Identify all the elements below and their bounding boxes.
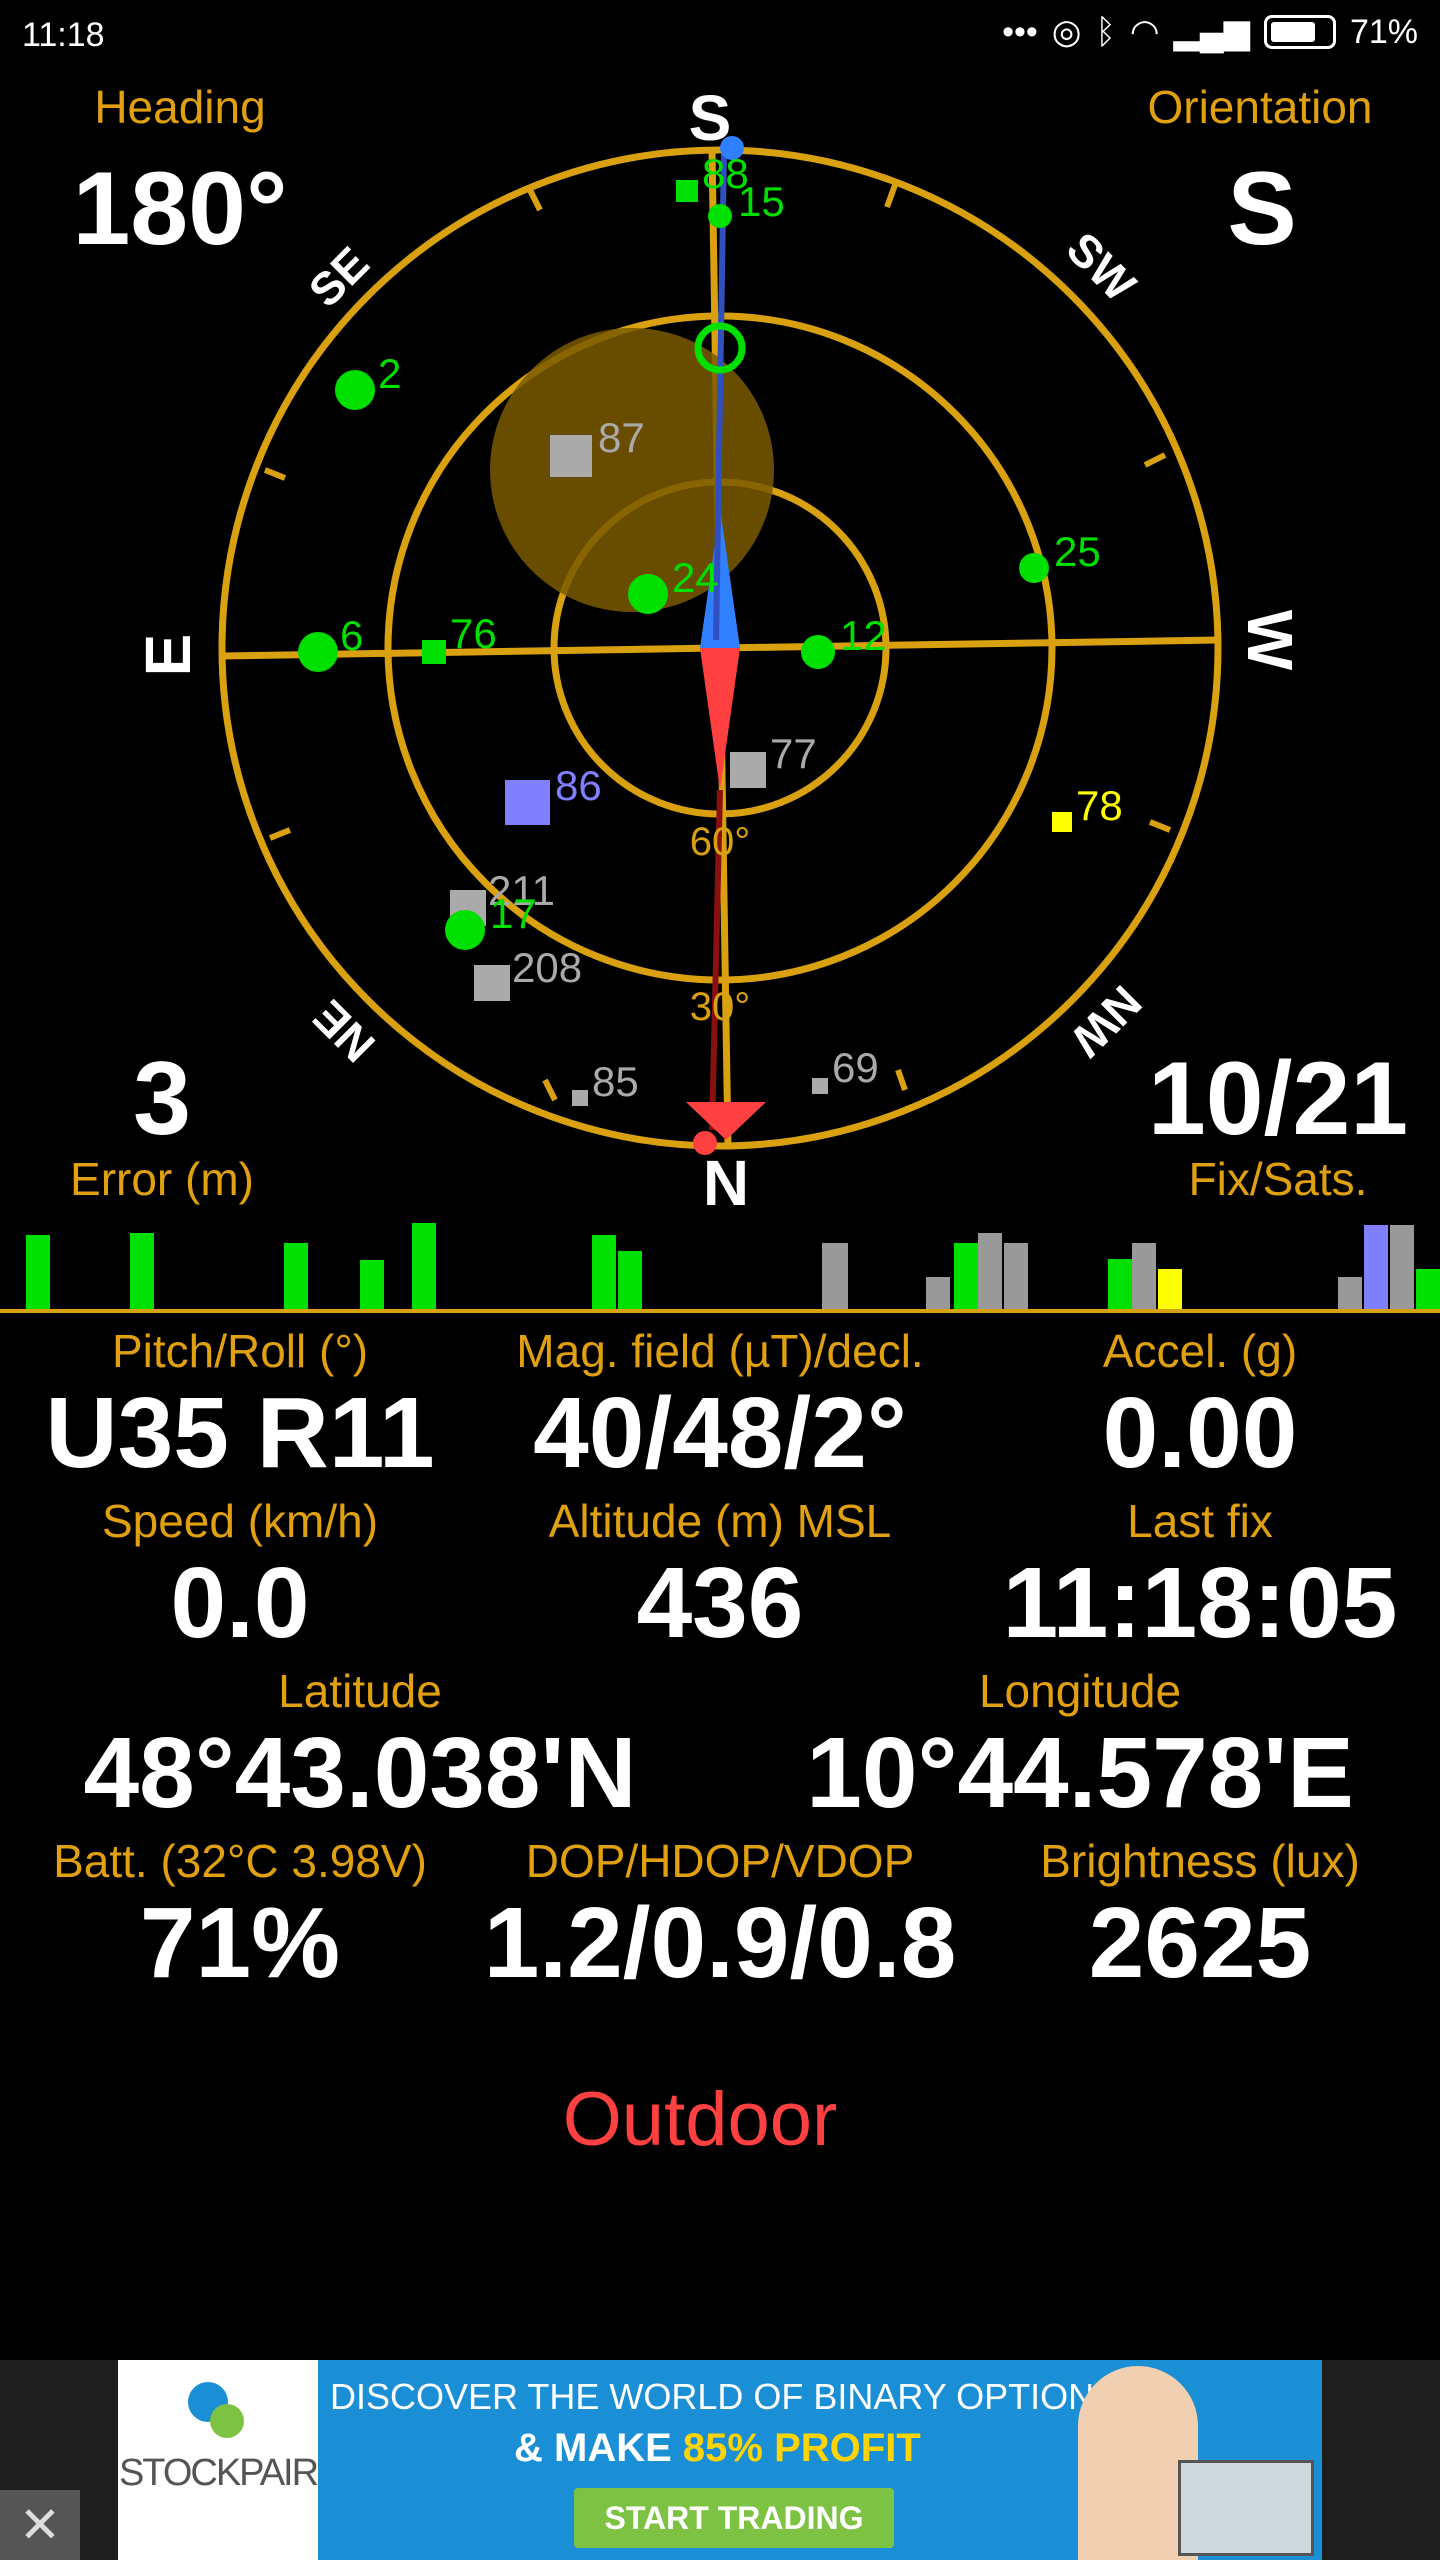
ad-content[interactable]: STOCKPAIR DISCOVER THE WORLD OF BINARY O…: [118, 2360, 1322, 2560]
sat-2: 2: [378, 350, 401, 397]
error-value: 3: [133, 1041, 191, 1157]
accel-value: 0.00: [1102, 1377, 1298, 1489]
altitude-value: 436: [636, 1547, 804, 1659]
ad-line2-highlight: 85% PROFIT: [682, 2426, 921, 2470]
battery-value: 71%: [139, 1887, 341, 1999]
sat-208: 208: [512, 944, 582, 991]
latitude-label: Latitude: [278, 1665, 442, 1717]
sat-69: 69: [832, 1044, 879, 1091]
latitude-value: 48°43.038'N: [83, 1717, 637, 1829]
altitude-label: Altitude (m) MSL: [548, 1495, 892, 1547]
sat-15: 15: [738, 178, 785, 225]
ad-laptop-image: [1178, 2460, 1314, 2556]
mag-field-value: 40/48/2°: [533, 1377, 907, 1489]
sat-17: 17: [490, 890, 537, 937]
ad-brand: STOCKPAIR: [118, 2452, 319, 2494]
battery-label: Batt. (32°C 3.98V): [53, 1835, 427, 1887]
ad-headline: DISCOVER THE WORLD OF BINARY OPTIONS!: [330, 2376, 1129, 2417]
speed-value: 0.0: [170, 1547, 310, 1659]
dir-s: S: [689, 82, 732, 154]
ad-close-button[interactable]: ✕: [0, 2490, 80, 2560]
error-label: Error (m): [70, 1153, 254, 1205]
speed-label: Speed (km/h): [101, 1495, 379, 1547]
brightness-value: 2625: [1088, 1887, 1312, 1999]
sat-12: 12: [840, 612, 887, 659]
dir-n: N: [703, 1147, 749, 1219]
dir-e: E: [132, 634, 204, 677]
ad-line2-prefix: & MAKE: [514, 2426, 672, 2470]
longitude-value: 10°44.578'E: [806, 1717, 1354, 1829]
environment-status: Outdoor: [562, 2077, 838, 2162]
sat-85: 85: [592, 1058, 639, 1105]
last-fix-label: Last fix: [1127, 1495, 1273, 1547]
signal-strength-bars: [0, 1223, 1440, 1313]
ad-banner[interactable]: STOCKPAIR DISCOVER THE WORLD OF BINARY O…: [0, 2360, 1440, 2560]
pitch-roll-label: Pitch/Roll (°): [111, 1325, 369, 1377]
sat-77: 77: [770, 730, 817, 777]
dir-w: W: [1234, 610, 1306, 671]
start-trading-button[interactable]: START TRADING: [574, 2488, 894, 2548]
accel-label: Accel. (g): [1102, 1325, 1298, 1377]
sat-76: 76: [450, 610, 497, 657]
dir-se: SE: [299, 237, 379, 317]
brightness-label: Brightness (lux): [1040, 1835, 1360, 1887]
ad-logo: STOCKPAIR: [118, 2360, 319, 2560]
mag-field-label: Mag. field (µT)/decl.: [516, 1325, 924, 1377]
sat-24: 24: [672, 554, 719, 601]
sat-25: 25: [1054, 528, 1101, 575]
longitude-label: Longitude: [978, 1665, 1182, 1717]
elevation-30: 30°: [690, 985, 751, 1029]
dir-nw: NW: [1060, 976, 1151, 1067]
sat-87: 87: [598, 414, 645, 461]
sat-78: 78: [1076, 782, 1123, 829]
pitch-roll-value: U35 R11: [45, 1377, 435, 1489]
fix-value: 10/21: [1147, 1041, 1409, 1157]
dop-value: 1.2/0.9/0.8: [483, 1887, 957, 1999]
sat-86: 86: [555, 762, 602, 809]
fix-label: Fix/Sats.: [1188, 1153, 1368, 1205]
sat-6: 6: [340, 612, 363, 659]
dop-label: DOP/HDOP/VDOP: [525, 1835, 915, 1887]
last-fix-value: 11:18:05: [1002, 1547, 1398, 1659]
elevation-60: 60°: [690, 820, 751, 864]
